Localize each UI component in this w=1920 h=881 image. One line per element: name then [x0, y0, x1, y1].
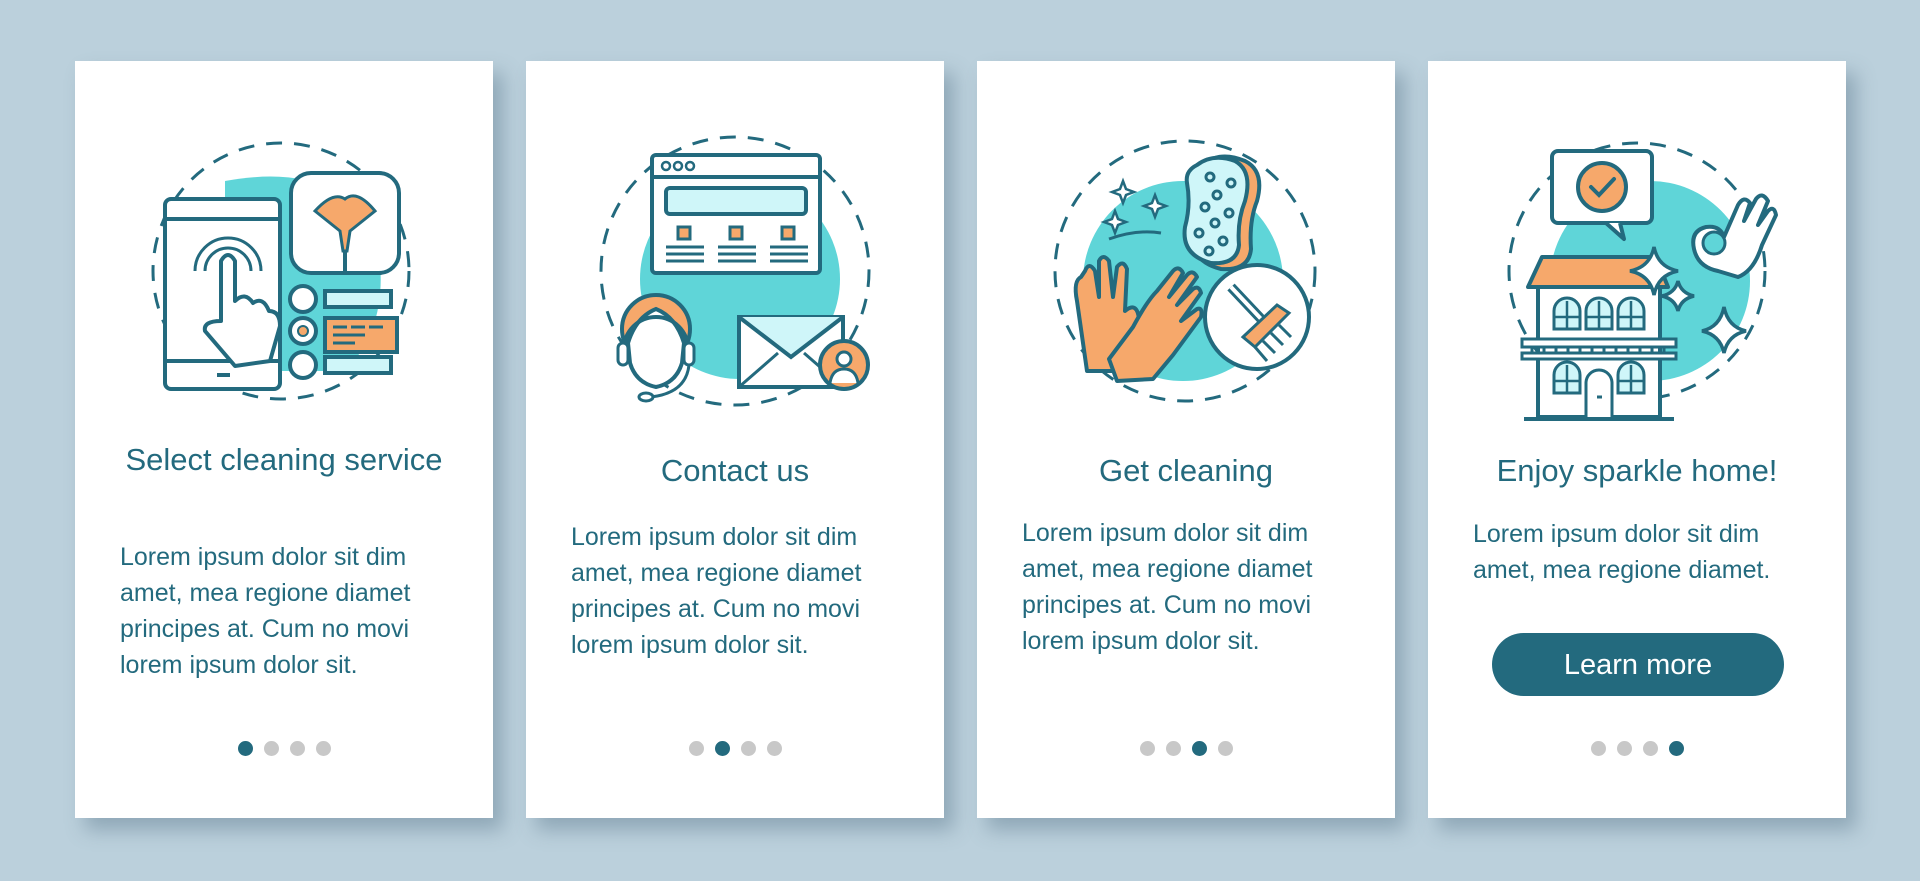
pagination-dots	[1428, 741, 1846, 756]
page-dot-2[interactable]	[263, 741, 279, 756]
page-dot-1[interactable]	[688, 741, 704, 756]
house-sparkle-ok-icon	[1428, 121, 1846, 481]
card-description: Lorem ipsum dolor sit dim amet, mea regi…	[1473, 520, 1771, 584]
page-dot-3[interactable]	[1191, 741, 1207, 756]
card-title: Get cleaning	[1098, 453, 1274, 488]
page-dot-1[interactable]	[237, 741, 253, 756]
onboarding-card-get-cleaning: Get cleaning Lorem ipsum dolor sit dim a…	[977, 61, 1395, 818]
page-dot-2[interactable]	[1616, 741, 1632, 756]
card-title: Enjoy sparkle home!	[1496, 453, 1778, 488]
pagination-dots	[526, 741, 944, 756]
card-description: Lorem ipsum dolor sit dim amet, mea regi…	[120, 543, 411, 679]
pagination-dots	[977, 741, 1395, 756]
page-dot-3[interactable]	[289, 741, 305, 756]
gloves-sponge-brush-icon	[977, 121, 1395, 481]
card-description: Lorem ipsum dolor sit dim amet, mea regi…	[571, 523, 862, 659]
page-dot-4[interactable]	[315, 741, 331, 756]
page-dot-3[interactable]	[740, 741, 756, 756]
page-dot-4[interactable]	[1668, 741, 1684, 756]
page-dot-2[interactable]	[714, 741, 730, 756]
card-title: Select cleaning service	[125, 442, 443, 477]
onboarding-card-contact-us: Contact us Lorem ipsum dolor sit dim ame…	[526, 61, 944, 818]
browser-support-mail-icon	[526, 121, 944, 481]
page-dot-4[interactable]	[1217, 741, 1233, 756]
page-dot-1[interactable]	[1590, 741, 1606, 756]
onboarding-card-enjoy-home: Enjoy sparkle home! Lorem ipsum dolor si…	[1428, 61, 1846, 818]
page-dot-3[interactable]	[1642, 741, 1658, 756]
page-dot-2[interactable]	[1165, 741, 1181, 756]
page-dot-1[interactable]	[1139, 741, 1155, 756]
page-dot-4[interactable]	[766, 741, 782, 756]
tablet-tap-duster-options-icon	[75, 121, 493, 481]
onboarding-card-select-service: Select cleaning service Lorem ipsum dolo…	[75, 61, 493, 818]
card-title: Contact us	[660, 453, 810, 488]
learn-more-button[interactable]: Learn more	[1492, 633, 1784, 696]
card-description: Lorem ipsum dolor sit dim amet, mea regi…	[1022, 519, 1313, 655]
pagination-dots	[75, 741, 493, 756]
